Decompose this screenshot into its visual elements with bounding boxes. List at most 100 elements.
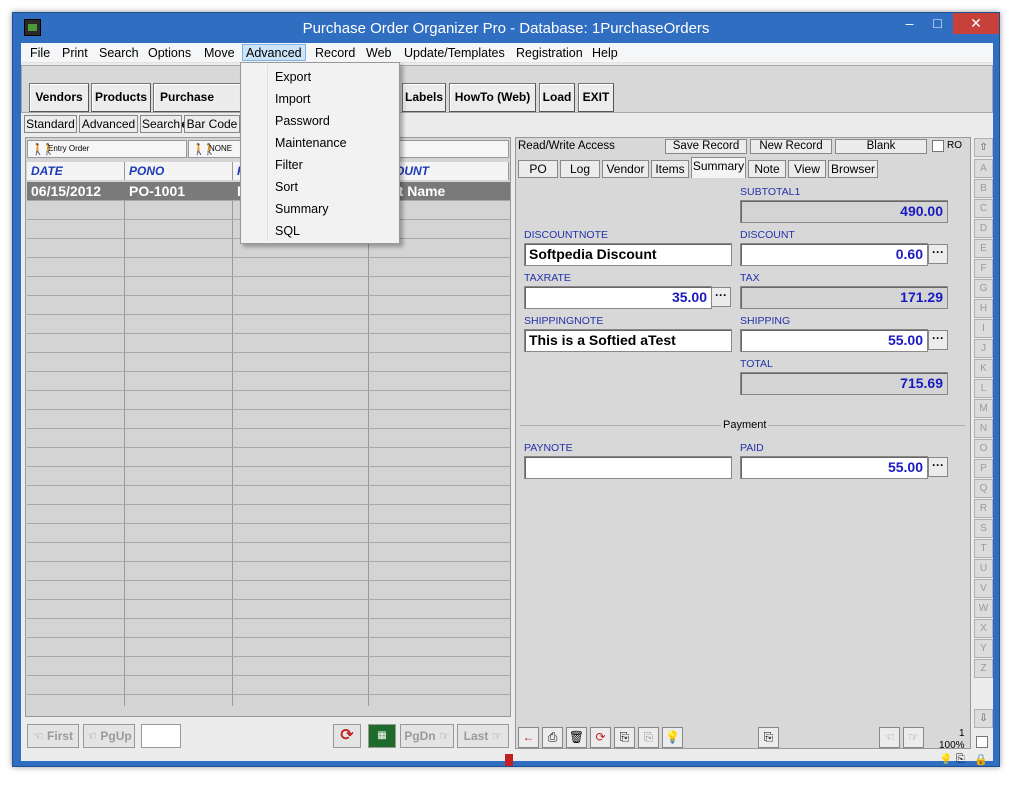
alpha-x[interactable]: X bbox=[974, 619, 993, 638]
blank-button[interactable]: Blank bbox=[835, 139, 927, 154]
table-row[interactable] bbox=[27, 448, 510, 467]
alpha-z[interactable]: Z bbox=[974, 659, 993, 678]
alpha-v[interactable]: V bbox=[974, 579, 993, 598]
menu-options[interactable]: Options bbox=[145, 45, 194, 62]
print-icon[interactable]: ⎙ bbox=[542, 727, 563, 748]
menu-move[interactable]: Move bbox=[201, 45, 238, 62]
table-row[interactable] bbox=[27, 581, 510, 600]
goto-record-input[interactable] bbox=[141, 724, 181, 748]
alpha-o[interactable]: O bbox=[974, 439, 993, 458]
menu-item-sql[interactable]: SQL bbox=[275, 224, 300, 238]
paste-record-icon[interactable]: ⎘ bbox=[638, 727, 659, 748]
paid-picker-button[interactable]: ··· bbox=[928, 457, 948, 477]
menu-update-templates[interactable]: Update/Templates bbox=[401, 45, 508, 62]
alpha-i[interactable]: I bbox=[974, 319, 993, 338]
alpha-e[interactable]: E bbox=[974, 239, 993, 258]
howto-web-button[interactable]: HowTo (Web) bbox=[449, 83, 536, 112]
paid-field[interactable]: 55.00 bbox=[740, 456, 928, 479]
table-row[interactable] bbox=[27, 619, 510, 638]
back-arrow-icon[interactable]: ← bbox=[518, 727, 539, 748]
menu-item-summary[interactable]: Summary bbox=[275, 202, 328, 216]
alpha-n[interactable]: N bbox=[974, 419, 993, 438]
copy-record-icon[interactable]: ⎘ bbox=[614, 727, 635, 748]
table-row[interactable] bbox=[27, 277, 510, 296]
tab-log[interactable]: Log bbox=[560, 160, 600, 178]
menu-item-maintenance[interactable]: Maintenance bbox=[275, 136, 347, 150]
alpha-q[interactable]: Q bbox=[974, 479, 993, 498]
alpha-b[interactable]: B bbox=[974, 179, 993, 198]
alpha-w[interactable]: W bbox=[974, 599, 993, 618]
table-row[interactable] bbox=[27, 410, 510, 429]
menu-web[interactable]: Web bbox=[363, 45, 394, 62]
discountnote-field[interactable]: Softpedia Discount bbox=[524, 243, 732, 266]
tab-note[interactable]: Note bbox=[748, 160, 786, 178]
new-record-button[interactable]: New Record bbox=[750, 139, 832, 154]
taxrate-field[interactable]: 35.00 bbox=[524, 286, 712, 309]
alpha-g[interactable]: G bbox=[974, 279, 993, 298]
menu-item-import[interactable]: Import bbox=[275, 92, 310, 106]
alpha-scroll-up[interactable]: ⇧ bbox=[974, 138, 993, 157]
table-row[interactable] bbox=[27, 638, 510, 657]
close-button[interactable]: ✕ bbox=[953, 13, 999, 34]
table-row[interactable] bbox=[27, 486, 510, 505]
vendors-button[interactable]: Vendors bbox=[29, 83, 89, 112]
zoom-checkbox[interactable] bbox=[976, 736, 988, 748]
menu-print[interactable]: Print bbox=[59, 45, 91, 62]
refresh-icon[interactable]: ⟳ bbox=[333, 724, 361, 748]
records-grid[interactable]: 06/15/2012 PO-1001 P ount Name bbox=[27, 182, 510, 706]
alpha-k[interactable]: K bbox=[974, 359, 993, 378]
alpha-u[interactable]: U bbox=[974, 559, 993, 578]
discount-picker-button[interactable]: ··· bbox=[928, 244, 948, 264]
lightbulb-icon[interactable]: 💡 bbox=[662, 727, 683, 748]
table-row[interactable] bbox=[27, 676, 510, 695]
table-row[interactable] bbox=[27, 391, 510, 410]
tab-bar-code[interactable]: Bar Code bbox=[184, 115, 240, 133]
discount-field[interactable]: 0.60 bbox=[740, 243, 928, 266]
shipping-picker-button[interactable]: ··· bbox=[928, 330, 948, 350]
table-row[interactable] bbox=[27, 524, 510, 543]
hand-right-icon[interactable]: ☞ bbox=[903, 727, 924, 748]
alpha-j[interactable]: J bbox=[974, 339, 993, 358]
menu-search[interactable]: Search bbox=[96, 45, 142, 62]
shipping-field[interactable]: 55.00 bbox=[740, 329, 928, 352]
tab-summary[interactable]: Summary bbox=[691, 157, 746, 178]
refresh-icon[interactable]: ⟳ bbox=[590, 727, 611, 748]
alpha-l[interactable]: L bbox=[974, 379, 993, 398]
shippingnote-field[interactable]: This is a Softied aTest bbox=[524, 329, 732, 352]
column-date[interactable]: DATE bbox=[27, 162, 125, 180]
taxrate-picker-button[interactable]: ··· bbox=[711, 287, 731, 307]
tab-view[interactable]: View bbox=[788, 160, 826, 178]
table-row[interactable] bbox=[27, 258, 510, 277]
table-row[interactable] bbox=[27, 429, 510, 448]
table-row[interactable] bbox=[27, 467, 510, 486]
duplicate-icon[interactable]: ⎘ bbox=[758, 727, 779, 748]
load-button[interactable]: Load bbox=[539, 83, 575, 112]
table-row[interactable] bbox=[27, 543, 510, 562]
table-row[interactable] bbox=[27, 315, 510, 334]
menu-advanced[interactable]: Advanced bbox=[242, 44, 306, 61]
table-row[interactable] bbox=[27, 372, 510, 391]
column-pono[interactable]: PONO bbox=[125, 162, 233, 180]
table-row[interactable] bbox=[27, 353, 510, 372]
alpha-y[interactable]: Y bbox=[974, 639, 993, 658]
alpha-a[interactable]: A bbox=[974, 159, 993, 178]
labels-button[interactable]: Labels bbox=[402, 83, 446, 112]
menu-registration[interactable]: Registration bbox=[513, 45, 586, 62]
table-row[interactable] bbox=[27, 562, 510, 581]
tab-standard[interactable]: Standard bbox=[24, 115, 77, 133]
alpha-d[interactable]: D bbox=[974, 219, 993, 238]
tab-browser[interactable]: Browser bbox=[828, 160, 878, 178]
calculator-icon[interactable]: ▦ bbox=[368, 724, 396, 748]
tab-items[interactable]: Items bbox=[651, 160, 689, 178]
tab-advanced[interactable]: Advanced bbox=[79, 115, 138, 133]
menu-item-password[interactable]: Password bbox=[275, 114, 330, 128]
title-bar[interactable]: Purchase Order Organizer Pro - Database:… bbox=[13, 13, 999, 44]
tab-vendor[interactable]: Vendor bbox=[602, 160, 649, 178]
menu-item-sort[interactable]: Sort bbox=[275, 180, 298, 194]
alpha-s[interactable]: S bbox=[974, 519, 993, 538]
delete-icon[interactable]: 🗑 bbox=[566, 727, 587, 748]
paynote-field[interactable] bbox=[524, 456, 732, 479]
menu-item-export[interactable]: Export bbox=[275, 70, 311, 84]
menu-help[interactable]: Help bbox=[589, 45, 621, 62]
purchase-orders-button[interactable]: Purchase Orde bbox=[153, 83, 243, 131]
